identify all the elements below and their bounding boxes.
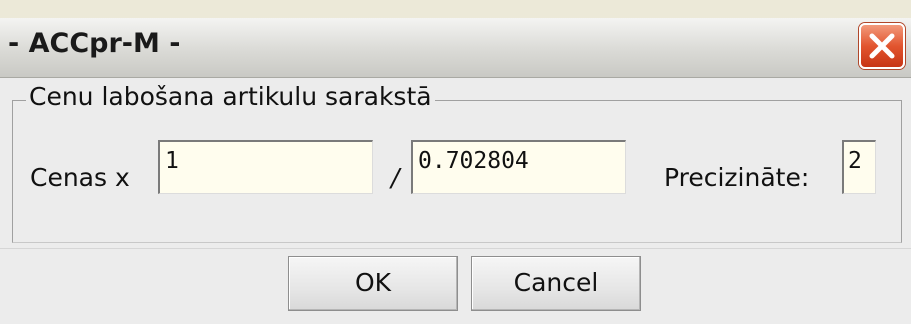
dialog-body: Cenu labošana artikulu sarakstā Cenas x … — [0, 78, 911, 324]
divider-input[interactable]: 0.702804 — [411, 140, 626, 194]
divider-label: / — [391, 163, 400, 192]
multiplier-label: Cenas x — [30, 163, 130, 192]
ok-button[interactable]: OK — [288, 256, 458, 311]
window-title: - ACCpr-M - — [8, 28, 181, 59]
precision-label: Precizināte: — [664, 163, 810, 192]
dialog-window: - ACCpr-M - Cenu labošana artikulu sarak… — [0, 0, 911, 324]
group-title: Cenu labošana artikulu sarakstā — [26, 82, 435, 111]
title-bar[interactable]: - ACCpr-M - — [0, 18, 911, 78]
close-button[interactable] — [859, 23, 905, 69]
cancel-button[interactable]: Cancel — [471, 256, 641, 311]
multiplier-input[interactable]: 1 — [158, 140, 373, 194]
precision-input[interactable]: 2 — [842, 140, 876, 194]
button-separator — [0, 248, 911, 249]
